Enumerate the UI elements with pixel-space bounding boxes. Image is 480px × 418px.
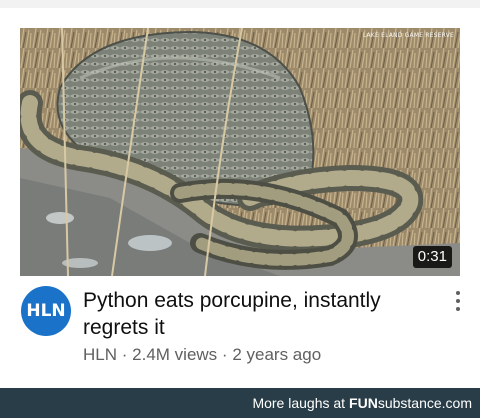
top-status-strip (0, 0, 480, 8)
view-count: 2.4M views (132, 345, 218, 364)
funsubstance-footer: More laughs at FUNsubstance.com (0, 388, 480, 418)
kebab-dot (456, 291, 460, 295)
video-meta: HLN · 2.4M views · 2 years ago (83, 345, 321, 365)
thumbnail-image (20, 28, 460, 276)
thumbnail-watermark: LAKE ELAND GAME RESERVE (362, 32, 454, 39)
footer-brand[interactable]: FUNsubstance.com (349, 395, 472, 411)
duration-badge: 0:31 (412, 246, 452, 268)
more-vert-icon[interactable] (451, 290, 465, 312)
brand-sub: substance (377, 395, 442, 411)
kebab-dot (456, 307, 460, 311)
upload-age: 2 years ago (232, 345, 322, 364)
kebab-dot (456, 299, 460, 303)
video-title[interactable]: Python eats porcupine, instantly regrets… (83, 287, 428, 341)
channel-avatar-text: HLN (26, 301, 66, 321)
brand-tld: .com (441, 395, 472, 411)
footer-prefix: More laughs at (252, 395, 346, 411)
brand-fun: FUN (349, 395, 378, 411)
channel-name[interactable]: HLN (83, 345, 117, 364)
channel-avatar[interactable]: HLN (21, 286, 71, 336)
meta-separator: · (121, 345, 128, 364)
video-thumbnail[interactable]: LAKE ELAND GAME RESERVE 0:31 (20, 28, 460, 276)
meta-separator: · (221, 345, 228, 364)
